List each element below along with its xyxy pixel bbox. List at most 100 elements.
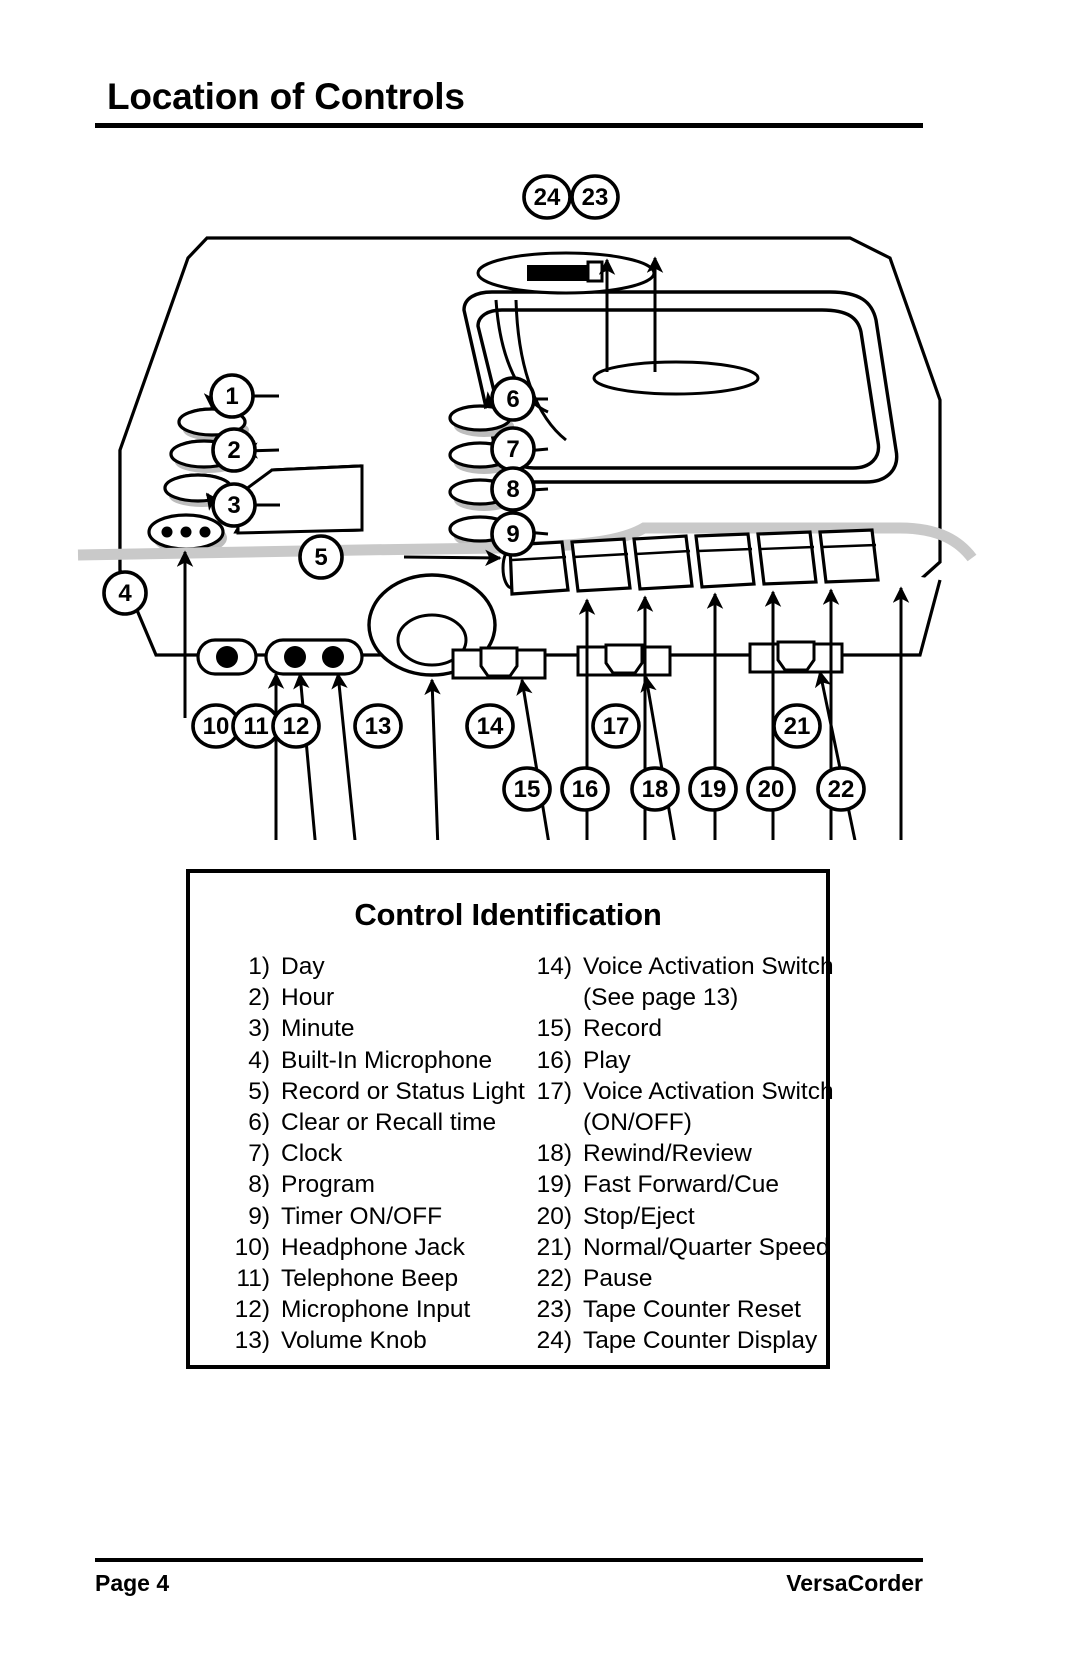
control-item-number: 16) xyxy=(536,1046,572,1074)
callout-number: 5 xyxy=(314,544,327,571)
control-item-number: 4) xyxy=(248,1046,270,1074)
callout-number: 10 xyxy=(203,713,230,740)
control-item: 17) Voice Activation Switch xyxy=(518,1076,834,1107)
fast-forward-key xyxy=(694,532,756,589)
control-item-continuation: (See page 13) xyxy=(583,984,739,1012)
control-identification-box: Control Identification 1) Day 2) Hour 3) Minu… xyxy=(186,869,834,1369)
control-item: 24) Tape Counter Display xyxy=(518,1325,818,1356)
header-divider xyxy=(95,122,923,128)
page-header: Location of Controls xyxy=(95,77,923,128)
callout-number: 6 xyxy=(506,386,519,413)
control-item-label: Tape Counter Reset xyxy=(583,1296,801,1324)
voice-activation-switch-14 xyxy=(479,646,519,678)
control-item-label: Built-In Microphone xyxy=(281,1046,493,1074)
callout-number: 8 xyxy=(506,476,519,503)
control-item: 9) Timer ON/OFF xyxy=(216,1201,508,1232)
control-item-label: Clock xyxy=(281,1140,343,1168)
control-item-number: 17) xyxy=(536,1077,572,1105)
control-item-label: Timer ON/OFF xyxy=(281,1202,443,1230)
callout-number: 14 xyxy=(477,713,504,740)
control-item-number: 24) xyxy=(536,1327,572,1355)
control-item-label: Record or Status Light xyxy=(281,1077,525,1105)
control-item: 6) Clear or Recall time xyxy=(216,1107,508,1138)
control-item: 12) Microphone Input xyxy=(216,1294,508,1325)
control-item: 16) Play xyxy=(518,1045,800,1076)
callout-12: 12 xyxy=(271,703,321,749)
control-item-number: 5) xyxy=(248,1077,270,1105)
callout-1: 1 xyxy=(209,373,255,419)
control-item-number: 6) xyxy=(248,1109,270,1137)
callout-number: 11 xyxy=(243,713,268,740)
control-item-label: Day xyxy=(281,953,325,980)
tape-counter-display xyxy=(527,265,589,281)
control-item-number: 23) xyxy=(536,1296,572,1324)
control-item-number: 9) xyxy=(248,1202,270,1230)
control-item: 4) Built-In Microphone xyxy=(216,1045,508,1076)
control-item-number: 11) xyxy=(236,1265,270,1293)
control-item-label: Minute xyxy=(281,1015,355,1043)
headphone-jack xyxy=(216,646,238,668)
callout-20: 20 xyxy=(746,766,796,812)
callout-19: 19 xyxy=(688,766,738,812)
callout-number: 1 xyxy=(225,383,238,410)
callout-17: 17 xyxy=(591,703,641,749)
stop-eject-key xyxy=(756,530,818,586)
control-item-number: 8) xyxy=(248,1171,270,1199)
control-item-number: 18) xyxy=(536,1140,572,1168)
callout-14: 14 xyxy=(465,703,515,749)
jack-panel xyxy=(196,638,364,676)
control-item-number: 19) xyxy=(536,1171,572,1199)
control-item: 5) Record or Status Light xyxy=(216,1076,525,1107)
play-key xyxy=(570,537,632,593)
control-identification-title: Control Identification xyxy=(354,897,662,932)
control-item: 10) Headphone Jack xyxy=(216,1232,508,1263)
callout-4: 4 xyxy=(102,570,148,616)
control-list-right: 14) Voice Activation Switch (See page 13) 1… xyxy=(508,951,834,1357)
control-item: 13) Volume Knob xyxy=(216,1325,508,1356)
control-item: 19) Fast Forward/Cue xyxy=(518,1169,800,1200)
control-item: 22) Pause xyxy=(518,1263,800,1294)
control-item-number: 10) xyxy=(234,1233,270,1261)
manual-page: Location of Controls 1 2 3 4 5 6 7 8 9 1… xyxy=(0,0,1080,1669)
control-item: 23) Tape Counter Reset xyxy=(518,1294,801,1325)
control-item: 14) Voice Activation Switch xyxy=(518,951,834,982)
control-item: 18) Rewind/Review xyxy=(518,1138,800,1169)
control-item-number: 3) xyxy=(248,1015,270,1043)
callout-24: 24 xyxy=(522,174,572,220)
control-item-label: Volume Knob xyxy=(281,1327,427,1355)
control-item: 21) Normal/Quarter Speed xyxy=(518,1232,830,1263)
control-item: 2) Hour xyxy=(216,982,508,1013)
slide-switches xyxy=(451,640,844,680)
callout-3: 3 xyxy=(211,482,257,528)
control-item-number: 7) xyxy=(248,1140,270,1168)
control-item-label: Fast Forward/Cue xyxy=(583,1171,780,1199)
callout-2: 2 xyxy=(211,427,257,473)
control-list-left: 1) Day 2) Hour 3) Minute 4) Built-In Microphone… xyxy=(216,951,525,1357)
control-item: 15) Record xyxy=(518,1013,800,1044)
control-item-number: 12) xyxy=(234,1296,270,1324)
control-item-label: Headphone Jack xyxy=(281,1233,465,1261)
control-item: 11) Telephone Beep xyxy=(216,1263,508,1294)
control-item-label: Voice Activation Switch xyxy=(583,1077,834,1105)
voice-activation-switch-17 xyxy=(604,643,644,675)
control-item-number: 22) xyxy=(536,1265,572,1293)
callout-21: 21 xyxy=(772,703,822,749)
control-item: 8) Program xyxy=(216,1169,508,1200)
control-item-label: Tape Counter Display xyxy=(583,1327,818,1355)
page-footer: Page 4 VersaCorder xyxy=(95,1570,923,1597)
control-item-label: Stop/Eject xyxy=(583,1202,695,1230)
control-item: 7) Clock xyxy=(216,1138,508,1169)
callout-22: 22 xyxy=(816,766,866,812)
callout-number: 16 xyxy=(572,776,599,803)
telephone-beep-jack xyxy=(284,646,306,668)
control-item-number: 1) xyxy=(248,953,270,980)
callout-number: 24 xyxy=(534,184,561,211)
control-item-label: Voice Activation Switch xyxy=(583,953,834,980)
callout-number: 7 xyxy=(506,436,519,463)
callout-23: 23 xyxy=(570,174,620,220)
control-item-number: 13) xyxy=(234,1327,270,1355)
pause-key xyxy=(818,528,880,584)
microphone-input-jack xyxy=(322,646,344,668)
callout-number: 23 xyxy=(582,184,609,211)
control-item-label: Rewind/Review xyxy=(583,1140,752,1168)
